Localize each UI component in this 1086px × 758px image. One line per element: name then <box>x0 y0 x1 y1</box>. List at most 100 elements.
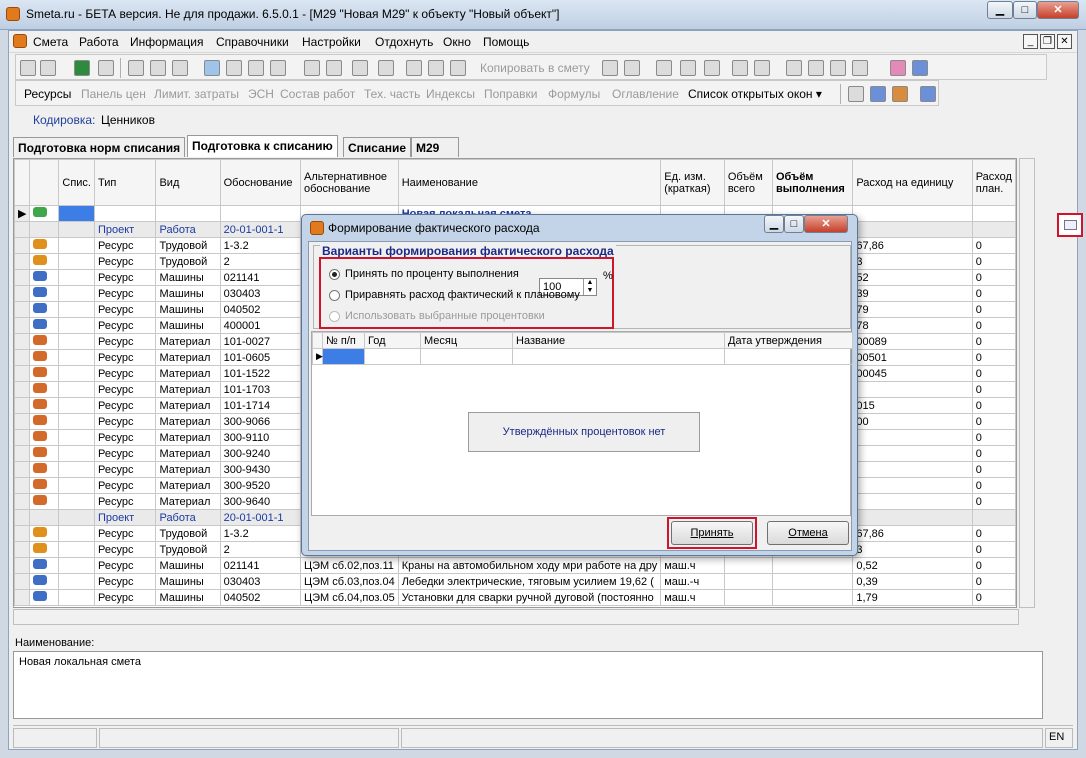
dialog-maximize-button[interactable]: □ <box>784 215 804 233</box>
table-row[interactable]: Ресурс Машины 040502 ЦЭМ сб.04,поз.05 Устано… <box>14 589 1016 606</box>
col-per-unit[interactable]: Расход на единицу <box>852 159 973 206</box>
machine-icon[interactable] <box>304 60 320 76</box>
mdi-restore-button[interactable]: ❐ <box>1040 34 1055 49</box>
truck-icon[interactable] <box>870 86 886 102</box>
list-icon[interactable] <box>226 60 242 76</box>
tree-left-icon[interactable] <box>732 60 748 76</box>
edit-icon[interactable] <box>352 60 368 76</box>
option-plan-radio[interactable] <box>329 290 340 301</box>
book-icon[interactable] <box>890 60 906 76</box>
tab-writeoff-prep[interactable]: Подготовка к списанию <box>187 135 338 157</box>
minimize-button[interactable]: ▁ <box>987 1 1013 19</box>
save-icon[interactable] <box>128 60 144 76</box>
sub-col-month[interactable]: Месяц <box>420 332 513 349</box>
col-vol-total[interactable]: Объём всего <box>723 159 773 206</box>
tab-norm-prep[interactable]: Подготовка норм списания <box>13 137 186 157</box>
menu-references[interactable]: Справочники <box>216 35 289 49</box>
copy-to-smeta-button[interactable]: Копировать в смету <box>480 61 590 75</box>
col-kind[interactable]: Вид <box>155 159 221 206</box>
move-up-icon[interactable] <box>830 60 846 76</box>
mdi-close-button[interactable]: ✕ <box>1057 34 1072 49</box>
col-vol-done[interactable]: Объём выполнения <box>771 159 854 206</box>
tree-icon[interactable] <box>20 60 36 76</box>
ok-button[interactable]: Принять <box>671 521 753 545</box>
indent-icon[interactable] <box>786 60 802 76</box>
list-down-icon[interactable] <box>270 60 286 76</box>
menu-info[interactable]: Информация <box>130 35 203 49</box>
name-panel-text[interactable]: Новая локальная смета <box>13 651 1043 719</box>
col-alt-basis[interactable]: Альтернативное обоснование <box>299 159 399 206</box>
grid2-icon[interactable] <box>680 60 696 76</box>
panel-work-composition[interactable]: Состав работ <box>280 87 355 101</box>
search-icon[interactable] <box>98 60 114 76</box>
col-spis[interactable]: Спис. <box>58 159 95 206</box>
option-plan-label[interactable]: Приравнять расход фактический к плановом… <box>345 289 580 301</box>
mdi-minimize-button[interactable]: _ <box>1023 34 1038 49</box>
menu-smeta[interactable]: Смета <box>33 35 68 49</box>
panel-tech-part[interactable]: Тех. часть <box>364 87 420 101</box>
col-name[interactable]: Наименование <box>397 159 662 206</box>
delete-icon[interactable] <box>378 60 394 76</box>
copy-icon[interactable] <box>602 60 618 76</box>
menu-help[interactable]: Помощь <box>483 35 529 49</box>
panel-limit-costs[interactable]: Лимит. затраты <box>154 87 239 101</box>
dialog-minimize-button[interactable]: ▁ <box>764 215 784 233</box>
tab-m29[interactable]: M29 <box>411 137 459 157</box>
truck2-icon[interactable] <box>920 86 936 102</box>
option-percent-label[interactable]: Принять по проценту выполнения <box>345 268 519 280</box>
col-unit[interactable]: Ед. изм. (краткая) <box>660 159 725 206</box>
close-button[interactable]: ✕ <box>1037 1 1079 19</box>
tree-add-icon[interactable] <box>40 60 56 76</box>
open-windows-dropdown[interactable]: Список открытых окон ▾ <box>688 87 822 101</box>
panel-corrections[interactable]: Поправки <box>484 87 537 101</box>
spin-arrows[interactable]: ▲ ▼ <box>583 279 596 295</box>
menu-work[interactable]: Работа <box>79 35 119 49</box>
refresh-icon[interactable] <box>150 60 166 76</box>
menu-window[interactable]: Окно <box>443 35 471 49</box>
menu-settings[interactable]: Настройки <box>302 35 361 49</box>
table-row[interactable]: Ресурс Машины 030403 ЦЭМ сб.03,поз.04 Лебедк… <box>14 573 1016 590</box>
col-plan[interactable]: Расход план. <box>971 159 1016 206</box>
bricks-icon[interactable] <box>892 86 908 102</box>
sub-col-name[interactable]: Название <box>512 332 725 349</box>
col-type[interactable]: Тип <box>93 159 157 206</box>
grid3-icon[interactable] <box>704 60 720 76</box>
stamp-icon[interactable] <box>406 60 422 76</box>
grid-horizontal-scrollbar[interactable] <box>13 609 1019 625</box>
col-basis[interactable]: Обоснование <box>219 159 301 206</box>
book2-icon[interactable] <box>912 60 928 76</box>
stamp-add-icon[interactable] <box>450 60 466 76</box>
table-row[interactable]: Ресурс Машины 021141 ЦЭМ сб.02,поз.11 Краны … <box>14 557 1016 574</box>
grid-vertical-scrollbar[interactable] <box>1019 158 1035 608</box>
grid-icon[interactable] <box>656 60 672 76</box>
move-down-icon[interactable] <box>852 60 868 76</box>
cut-arrow-icon[interactable] <box>204 60 220 76</box>
stamp2-icon[interactable] <box>428 60 444 76</box>
formula-panel-toggle-button[interactable] <box>1057 213 1083 237</box>
dialog-close-button[interactable]: ✕ <box>804 215 848 233</box>
machine2-icon[interactable] <box>326 60 342 76</box>
outdent-icon[interactable] <box>808 60 824 76</box>
option-selected-radio[interactable] <box>329 311 340 322</box>
paste-icon[interactable] <box>624 60 640 76</box>
panel-formulas[interactable]: Формулы <box>548 87 600 101</box>
tree-right-icon[interactable] <box>754 60 770 76</box>
hammer-icon[interactable] <box>848 86 864 102</box>
undo-icon[interactable] <box>172 60 188 76</box>
panel-indexes[interactable]: Индексы <box>426 87 475 101</box>
panel-resources[interactable]: Ресурсы <box>24 87 71 101</box>
maximize-button[interactable]: □ <box>1013 1 1037 19</box>
sub-col-year[interactable]: Год <box>364 332 421 349</box>
table-row[interactable]: ▶ <box>312 348 853 365</box>
list-up-icon[interactable] <box>248 60 264 76</box>
excel-icon[interactable] <box>74 60 90 76</box>
panel-prices[interactable]: Панель цен <box>81 87 146 101</box>
option-percent-radio[interactable] <box>329 269 340 280</box>
sub-col-date[interactable]: Дата утверждения <box>724 332 853 349</box>
tab-writeoff[interactable]: Списание <box>343 137 412 157</box>
cancel-button[interactable]: Отмена <box>767 521 849 545</box>
sub-col-num[interactable]: № п/п <box>322 332 365 349</box>
panel-contents[interactable]: Оглавление <box>612 87 679 101</box>
panel-esn[interactable]: ЭСН <box>248 87 274 101</box>
menu-rest[interactable]: Отдохнуть <box>375 35 433 49</box>
